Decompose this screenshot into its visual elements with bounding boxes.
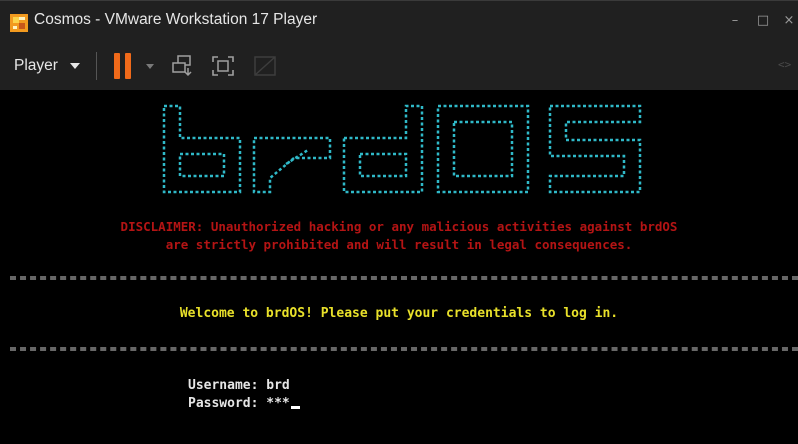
divider-line [10,347,798,351]
pause-button[interactable] [112,53,134,79]
send-ctrl-alt-del-icon[interactable] [170,54,196,78]
divider-line [10,276,798,280]
disclaimer-line-1: DISCLAIMER: Unauthorized hacking or any … [120,219,678,234]
disclaimer-text: DISCLAIMER: Unauthorized hacking or any … [0,218,798,254]
toolbar-divider [96,52,97,80]
text-cursor [290,406,300,409]
vmware-player-icon [10,14,28,32]
close-button[interactable]: × [778,11,798,31]
title-bar: Cosmos - VMware Workstation 17 Player – … [0,0,798,42]
window-title: Cosmos - VMware Workstation 17 Player [34,11,318,28]
vm-console[interactable]: DISCLAIMER: Unauthorized hacking or any … [0,90,798,444]
brdos-ascii-logo [162,104,642,194]
password-value[interactable]: *** [266,396,289,411]
chevron-down-icon[interactable] [70,63,80,69]
pause-icon-bar-left [114,53,120,79]
username-label: Username: [188,378,267,393]
player-menu-button[interactable]: Player [14,57,58,75]
password-label: Password: [188,396,267,411]
minimize-button[interactable]: – [724,11,746,31]
unity-icon [254,56,276,76]
welcome-message: Welcome to brdOS! Please put your creden… [179,306,619,321]
toolbar: Player <> [0,42,798,90]
maximize-button[interactable]: □ [752,11,774,31]
username-value[interactable]: brd [266,378,289,393]
pause-icon-bar-right [125,53,131,79]
disclaimer-line-2: are strictly prohibited and will result … [165,237,633,252]
username-row: Username: brd [188,378,290,393]
vm-window: Cosmos - VMware Workstation 17 Player – … [0,0,798,444]
toolbar-collapse-icon[interactable]: <> [778,58,791,71]
full-screen-icon[interactable] [210,54,236,78]
password-row: Password: *** [188,396,300,411]
pause-menu-chevron-icon[interactable] [146,64,154,69]
